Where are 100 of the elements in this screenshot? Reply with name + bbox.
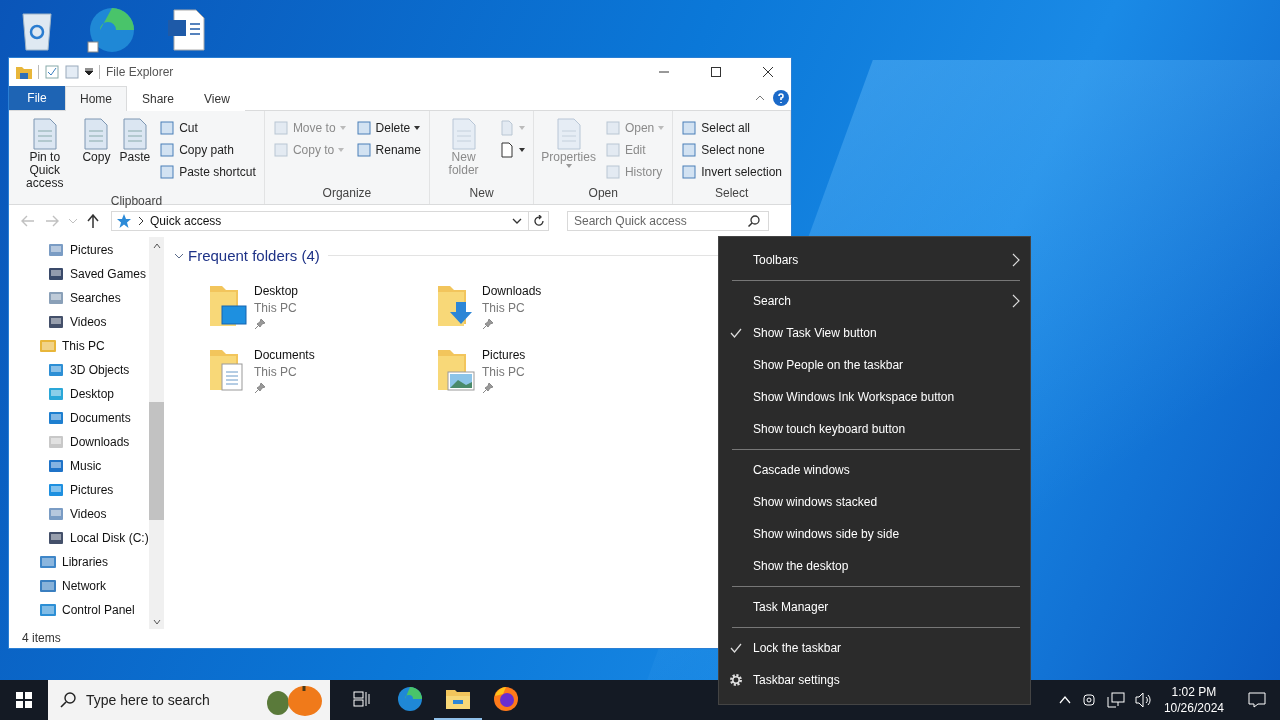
tree-item[interactable]: 3D Objects bbox=[9, 358, 149, 382]
square-icon bbox=[272, 120, 289, 136]
menu-item[interactable]: Toolbars bbox=[719, 244, 1030, 276]
tree-item[interactable]: Desktop bbox=[9, 382, 149, 406]
menu-item[interactable]: Show the desktop bbox=[719, 550, 1030, 582]
folder-name[interactable]: Pictures bbox=[482, 348, 526, 362]
menu-item[interactable]: Lock the taskbar bbox=[719, 632, 1030, 664]
scrollbar[interactable] bbox=[149, 237, 164, 629]
folder-location: This PC bbox=[482, 301, 525, 315]
page-icon bbox=[499, 120, 516, 136]
square-icon bbox=[159, 120, 176, 136]
folder-name[interactable]: Downloads bbox=[482, 284, 542, 298]
tree-item[interactable]: Saved Games bbox=[9, 262, 149, 286]
camera-icon[interactable] bbox=[1080, 692, 1097, 708]
tree-item[interactable]: Control Panel bbox=[9, 598, 149, 622]
search-icon bbox=[748, 215, 760, 227]
notification-icon[interactable] bbox=[1248, 692, 1266, 708]
menu-item[interactable]: Show windows stacked bbox=[719, 486, 1030, 518]
settings-icon bbox=[729, 673, 743, 687]
address-field[interactable]: Quick access bbox=[111, 211, 529, 231]
scroll-up-icon[interactable] bbox=[152, 243, 161, 249]
section-header[interactable]: Frequent folders (4) bbox=[174, 247, 320, 264]
maximize-icon bbox=[711, 67, 721, 77]
speaker-icon[interactable] bbox=[1134, 692, 1153, 708]
square-icon bbox=[159, 164, 176, 180]
close-icon bbox=[763, 67, 773, 77]
ribbon-button[interactable]: Select all bbox=[677, 117, 786, 139]
menu-item[interactable]: Show People on the taskbar bbox=[719, 349, 1030, 381]
tree-item[interactable]: Videos bbox=[9, 502, 149, 526]
ribbon-button[interactable]: Delete bbox=[351, 117, 425, 139]
tree-item[interactable]: Downloads bbox=[9, 430, 149, 454]
scroll-down-icon[interactable] bbox=[152, 619, 161, 625]
checkbox-icon[interactable] bbox=[45, 65, 59, 79]
folder-name[interactable]: Documents bbox=[254, 348, 315, 362]
menu-item[interactable]: Show Task View button bbox=[719, 317, 1030, 349]
menu-item[interactable]: Show windows side by side bbox=[719, 518, 1030, 550]
task-view-icon bbox=[353, 691, 371, 707]
up-arrow-icon[interactable] bbox=[87, 214, 99, 228]
edge-icon bbox=[397, 686, 423, 712]
menu-item[interactable]: Show Windows Ink Workspace button bbox=[719, 381, 1030, 413]
tree-item[interactable]: Local Disk (C:) bbox=[9, 526, 149, 550]
tree-item[interactable]: This PC bbox=[9, 334, 149, 358]
square-icon bbox=[681, 142, 698, 158]
menu-item[interactable]: Search bbox=[719, 285, 1030, 317]
tree-item[interactable]: Videos bbox=[9, 310, 149, 334]
pin-icon[interactable] bbox=[482, 382, 494, 394]
tree-item[interactable]: Network bbox=[9, 574, 149, 598]
help-icon[interactable] bbox=[773, 90, 789, 106]
ribbon-button[interactable]: Paste bbox=[116, 115, 154, 166]
square-icon bbox=[604, 120, 621, 136]
ribbon-button[interactable]: Copy path bbox=[155, 139, 260, 161]
group-label: Open bbox=[588, 185, 618, 202]
menu-item[interactable]: Show touch keyboard button bbox=[719, 413, 1030, 445]
refresh-button[interactable] bbox=[529, 211, 549, 231]
group-label: Select bbox=[714, 185, 749, 202]
ribbon-button[interactable]: Select none bbox=[677, 139, 786, 161]
ribbon-tab[interactable]: Home bbox=[65, 86, 127, 111]
group-label: Organize bbox=[322, 185, 372, 202]
tree-item[interactable]: Pictures bbox=[9, 238, 149, 262]
pin-icon[interactable] bbox=[254, 318, 266, 330]
ribbon-button[interactable]: Pin to Quick access bbox=[13, 115, 77, 192]
group-label: Clipboard bbox=[110, 193, 163, 210]
tree-item[interactable]: Music bbox=[9, 454, 149, 478]
square-icon bbox=[355, 120, 372, 136]
folder-location: This PC bbox=[254, 365, 297, 379]
file-tab[interactable]: File bbox=[9, 86, 65, 110]
ribbon-button[interactable]: Copy bbox=[78, 115, 115, 166]
pin-icon[interactable] bbox=[482, 318, 494, 330]
pin-icon[interactable] bbox=[254, 382, 266, 394]
folder-location: This PC bbox=[482, 365, 525, 379]
square-icon bbox=[159, 142, 176, 158]
clock-date[interactable]: 10/26/2024 bbox=[1163, 700, 1224, 716]
search-bar[interactable]: Type here to search bbox=[48, 680, 330, 720]
ribbon-button[interactable]: Cut bbox=[155, 117, 260, 139]
group-label: New bbox=[469, 185, 494, 202]
tree-item[interactable]: Pictures bbox=[9, 478, 149, 502]
clock-time[interactable]: 1:02 PM bbox=[1171, 684, 1217, 700]
ribbon-button[interactable]: Rename bbox=[351, 139, 425, 161]
square-icon bbox=[604, 142, 621, 158]
search-field[interactable]: Search Quick access bbox=[567, 211, 769, 231]
chevron-right-icon bbox=[138, 217, 144, 225]
tree-item[interactable]: Documents bbox=[9, 406, 149, 430]
search-field[interactable]: Type here to search bbox=[86, 692, 226, 708]
tree-item[interactable]: Libraries bbox=[9, 550, 149, 574]
window-title: File Explorer bbox=[106, 65, 174, 79]
windows-logo-icon bbox=[16, 692, 32, 708]
ribbon-button[interactable]: Paste shortcut bbox=[155, 161, 260, 183]
menu-item[interactable]: Task Manager bbox=[719, 591, 1030, 623]
square-icon bbox=[604, 164, 621, 180]
menu-item[interactable]: Taskbar settings bbox=[719, 664, 1030, 696]
document-icon[interactable] bbox=[166, 8, 206, 52]
square-icon bbox=[681, 164, 698, 180]
edge-icon[interactable] bbox=[86, 6, 136, 54]
menu-item[interactable]: Cascade windows bbox=[719, 454, 1030, 486]
dropdown-icon[interactable] bbox=[85, 68, 93, 76]
folder-name[interactable]: Desktop bbox=[254, 284, 299, 298]
tree-item[interactable]: Searches bbox=[9, 286, 149, 310]
ribbon-button[interactable]: Invert selection bbox=[677, 161, 786, 183]
network-icon[interactable] bbox=[1106, 692, 1125, 708]
dropdown-icon[interactable] bbox=[512, 218, 522, 224]
